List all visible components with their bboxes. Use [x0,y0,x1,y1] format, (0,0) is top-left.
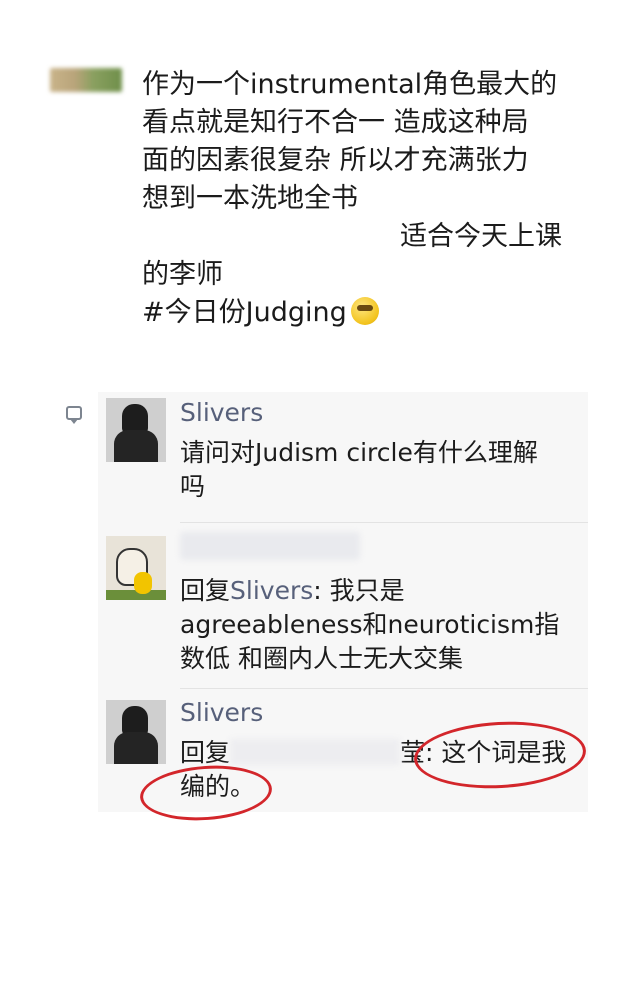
reply-text: : 我只是 [313,576,405,605]
reply-target-name[interactable]: Slivers [230,576,313,605]
avatar[interactable] [106,700,166,764]
post-body: 作为一个instrumental角色最大的 看点就是知行不合一 造成这种局 面的… [142,66,592,332]
post-line: 想到一本洗地全书 [142,183,358,214]
reply-line: 回复Slivers: 我只是 [180,574,580,608]
comment-text: 请问对Judism circle有什么理解 吗 [180,436,580,504]
post-line: 的李师 [142,259,223,290]
thinking-face-icon [350,297,379,325]
post-line: 作为一个instrumental角色最大的 [142,69,558,100]
post-author-avatar-blurred[interactable] [50,68,122,92]
commenter-name[interactable]: Slivers [180,398,263,427]
hashtag[interactable]: #今日份Judging [142,297,347,328]
avatar[interactable] [106,398,166,462]
commenter-name-blurred[interactable] [180,532,360,560]
post-hashtag-line: #今日份Judging [142,294,592,332]
redacted-name [230,739,401,765]
post-line: 面的因素很复杂 所以才充满张力 [142,145,529,176]
comment-line: 数低 和圈内人士无大交集 [180,644,463,673]
comment-line: 吗 [180,472,206,501]
divider [180,522,588,523]
reply-prefix: 回复 [180,738,231,767]
avatar[interactable] [106,536,166,600]
post-line: 看点就是知行不合一 造成这种局 [142,107,529,138]
comment-line: 请问对Judism circle有什么理解 [180,438,538,467]
commenter-name[interactable]: Slivers [180,698,263,727]
divider [180,688,588,689]
comment-icon[interactable] [66,406,82,424]
comment-text: 回复Slivers: 我只是 agreeableness和neuroticism… [180,574,580,676]
reply-prefix: 回复 [180,576,231,605]
comment-line: agreeableness和neuroticism指 [180,610,560,639]
post-line: 适合今天上课 [400,221,562,252]
